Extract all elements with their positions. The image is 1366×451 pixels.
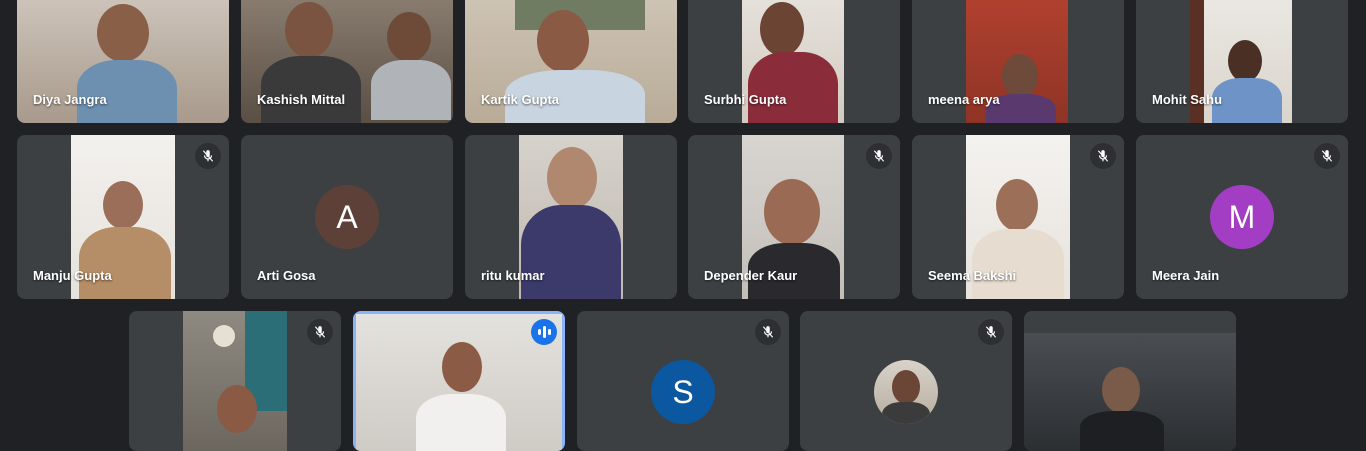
participant-name: Manju Gupta [33, 268, 112, 283]
mic-off-icon [1314, 143, 1340, 169]
avatar [874, 360, 938, 424]
participant-video [1024, 333, 1236, 451]
participant-tile[interactable]: M Meera Jain [1136, 135, 1348, 299]
participant-name: Surbhi Gupta [704, 92, 787, 107]
participant-name: Mohit Sahu [1152, 92, 1223, 107]
avatar: A [315, 185, 379, 249]
mic-off-icon [307, 319, 333, 345]
audio-level-icon [531, 319, 557, 345]
participant-tile[interactable]: Seema Bakshi [912, 135, 1124, 299]
participant-tile[interactable]: A Arti Gosa [241, 135, 453, 299]
participant-tile[interactable]: S [577, 311, 789, 451]
mic-off-icon [866, 143, 892, 169]
participant-tile[interactable]: Kartik Gupta [465, 0, 677, 123]
participant-name: Seema Bakshi [928, 268, 1017, 283]
participant-tile[interactable]: meena arya [912, 0, 1124, 123]
participant-tile[interactable]: Diya Jangra [17, 0, 229, 123]
participant-tile[interactable] [353, 311, 565, 451]
participant-name: ritu kumar [481, 268, 545, 283]
participant-tile[interactable] [1024, 311, 1236, 451]
participant-video [183, 311, 287, 451]
participant-name: Kartik Gupta [481, 92, 560, 107]
participant-name: Arti Gosa [257, 268, 316, 283]
participant-name: Depender Kaur [704, 268, 798, 283]
participant-tile[interactable]: Mohit Sahu [1136, 0, 1348, 123]
participant-tile[interactable]: Surbhi Gupta [688, 0, 900, 123]
mic-off-icon [1090, 143, 1116, 169]
participant-name: Kashish Mittal [257, 92, 346, 107]
participant-name: meena arya [928, 92, 1000, 107]
participant-tile[interactable] [800, 311, 1012, 451]
participant-name: Meera Jain [1152, 268, 1220, 283]
participant-tile[interactable]: ritu kumar [465, 135, 677, 299]
mic-off-icon [195, 143, 221, 169]
participant-tile[interactable]: Depender Kaur [688, 135, 900, 299]
participant-name: Diya Jangra [33, 92, 107, 107]
participant-tile[interactable]: Manju Gupta [17, 135, 229, 299]
mic-off-icon [755, 319, 781, 345]
avatar: S [651, 360, 715, 424]
avatar: M [1210, 185, 1274, 249]
participant-tile[interactable]: Kashish Mittal [241, 0, 453, 123]
participant-tile[interactable] [129, 311, 341, 451]
mic-off-icon [978, 319, 1004, 345]
